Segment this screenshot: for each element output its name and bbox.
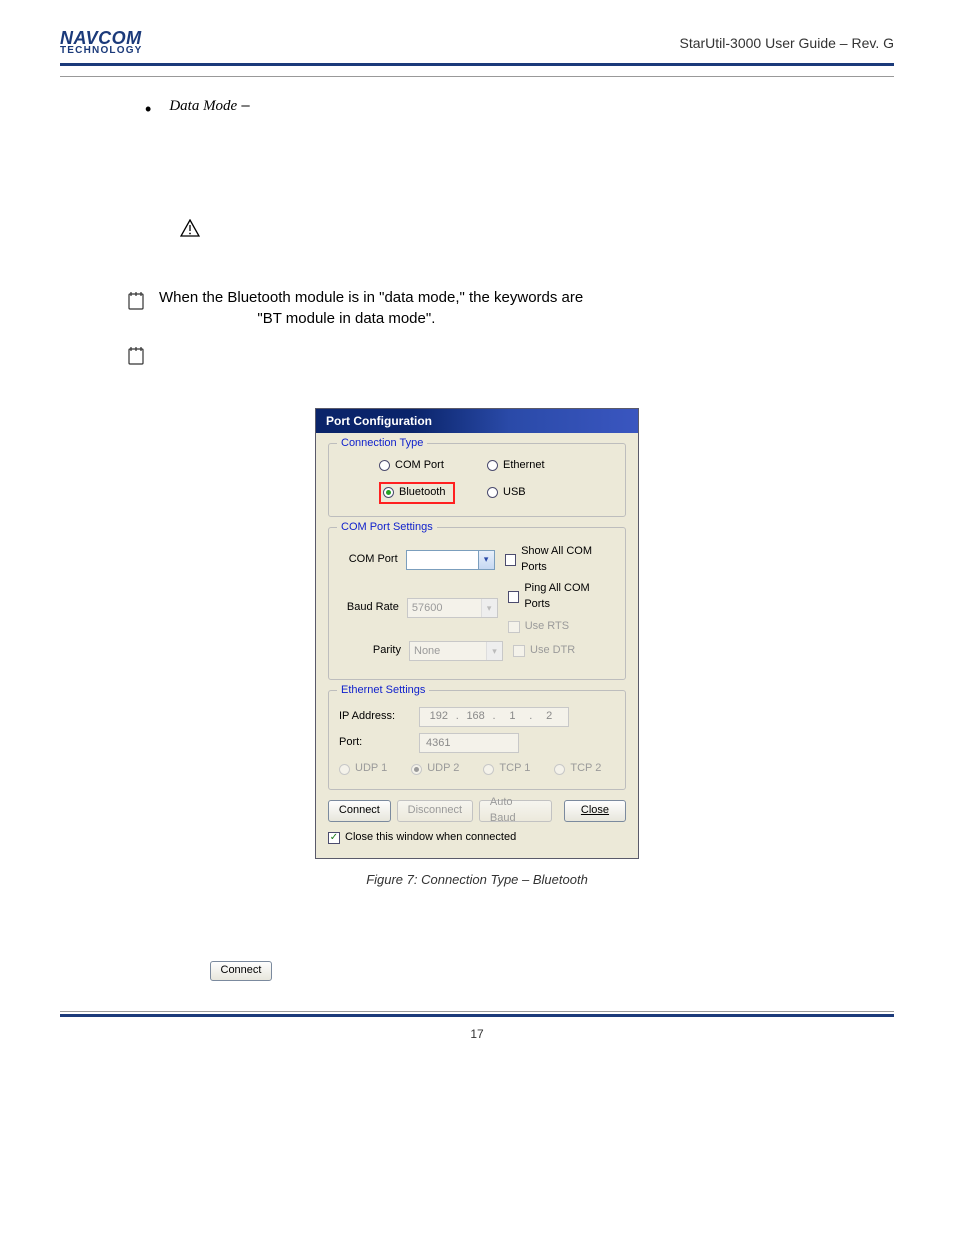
label-com-port: COM Port [339,552,398,568]
group-com-settings: COM Port Settings COM Port ▾ Show All CO… [328,527,626,681]
chevron-down-icon: ▾ [486,642,502,660]
radio-udp2: UDP 2 [411,761,459,777]
disconnect-button: Disconnect [397,800,473,822]
checkbox-icon: ✓ [328,832,340,844]
radio-usb[interactable]: USB [487,482,585,504]
chevron-down-icon: ▾ [481,599,497,617]
check-use-dtr: Use DTR [513,643,575,659]
connect-button[interactable]: Connect [328,800,391,822]
radio-icon [383,487,394,498]
ip-address-field: 192. 168. 1. 2 [419,707,569,727]
step2-text-a: Click [171,960,204,982]
logo-top: NAVCOM [60,30,143,46]
autobaud-button: Auto Baud [479,800,552,822]
group-title-com: COM Port Settings [337,520,437,536]
label-ip: IP Address: [339,709,411,725]
bullet-dot: • [145,96,151,140]
combo-com-port[interactable]: ▾ [406,550,495,570]
step1-num: 1. [145,918,171,940]
dialog-port-configuration: Port Configuration Connection Type COM P… [315,408,639,859]
header-title: StarUtil-3000 User Guide – Rev. G [680,35,895,51]
footer-rule-thin [60,1011,894,1012]
combo-baud-rate: 57600▾ [407,598,498,618]
bullet-lead: Data Mode [169,98,237,114]
radio-icon [554,764,565,775]
inline-connect-button[interactable]: Connect [210,961,273,981]
group-connection-type: Connection Type COM Port Ethernet Blueto… [328,443,626,517]
page-number: 17 [60,1027,894,1041]
note2-hidden: Ensure that the Bluetooth device is set … [159,344,825,383]
radio-bluetooth[interactable]: Bluetooth [379,482,477,504]
header-rule-thin [60,76,894,77]
figure-caption: Figure 7: Connection Type – Bluetooth [315,871,639,890]
note1-part-b: "BT module in data mode". [257,310,435,327]
warning-icon [180,219,200,244]
radio-icon [339,764,350,775]
note-icon [125,289,147,318]
step2-text-b: . The Bluetooth Device window opens (see… [278,960,630,982]
radio-ethernet[interactable]: Ethernet [487,458,585,474]
radio-icon [487,487,498,498]
group-title-connection: Connection Type [337,436,427,452]
footer-rule-thick [60,1014,894,1017]
radio-icon [379,460,390,471]
close-button[interactable]: Close [564,800,626,822]
radio-com-port[interactable]: COM Port [379,458,477,474]
header-rule-thick [60,63,894,66]
port-field: 4361 [419,733,519,753]
chevron-down-icon: ▾ [478,551,494,569]
radio-icon [483,764,494,775]
dialog-titlebar: Port Configuration [316,409,638,433]
radio-tcp2: TCP 2 [554,761,601,777]
radio-icon [411,764,422,775]
check-close-when-connected[interactable]: ✓ Close this window when connected [328,830,626,846]
label-baud: Baud Rate [339,600,399,616]
group-ethernet-settings: Ethernet Settings IP Address: 192. 168. … [328,690,626,790]
logo-bottom: TECHNOLOGY [60,46,143,55]
combo-parity: None▾ [409,641,503,661]
label-port: Port: [339,735,411,751]
radio-udp1: UDP 1 [339,761,387,777]
bullet-text-1: This mode enables the transfer of data b… [169,97,848,137]
step1-text: Select Bluetooth as the connection type … [171,920,540,937]
step2-num: 2. [145,960,171,982]
checkbox-icon [508,621,520,633]
radio-icon [487,460,498,471]
note-icon [125,344,147,373]
check-use-rts: Use RTS [508,619,615,635]
check-show-all-com[interactable]: Show All COM Ports [505,544,615,576]
bullet-dash: – [237,97,253,114]
bullet-text-2: In this mode, the Bluetooth module does … [180,156,831,195]
checkbox-icon [513,645,525,657]
checkbox-icon [508,591,520,603]
warning-text: To restore the Bluetooth module to "comm… [212,220,858,259]
warning-label: Warning: [212,220,275,236]
group-title-eth: Ethernet Settings [337,683,429,699]
radio-tcp1: TCP 1 [483,761,530,777]
check-ping-all-com[interactable]: Ping All COM Ports [508,581,615,613]
note1-part-a: When the Bluetooth module is in "data mo… [159,289,587,306]
label-parity: Parity [339,643,401,659]
checkbox-icon [505,554,516,566]
logo: NAVCOM TECHNOLOGY [60,30,143,55]
